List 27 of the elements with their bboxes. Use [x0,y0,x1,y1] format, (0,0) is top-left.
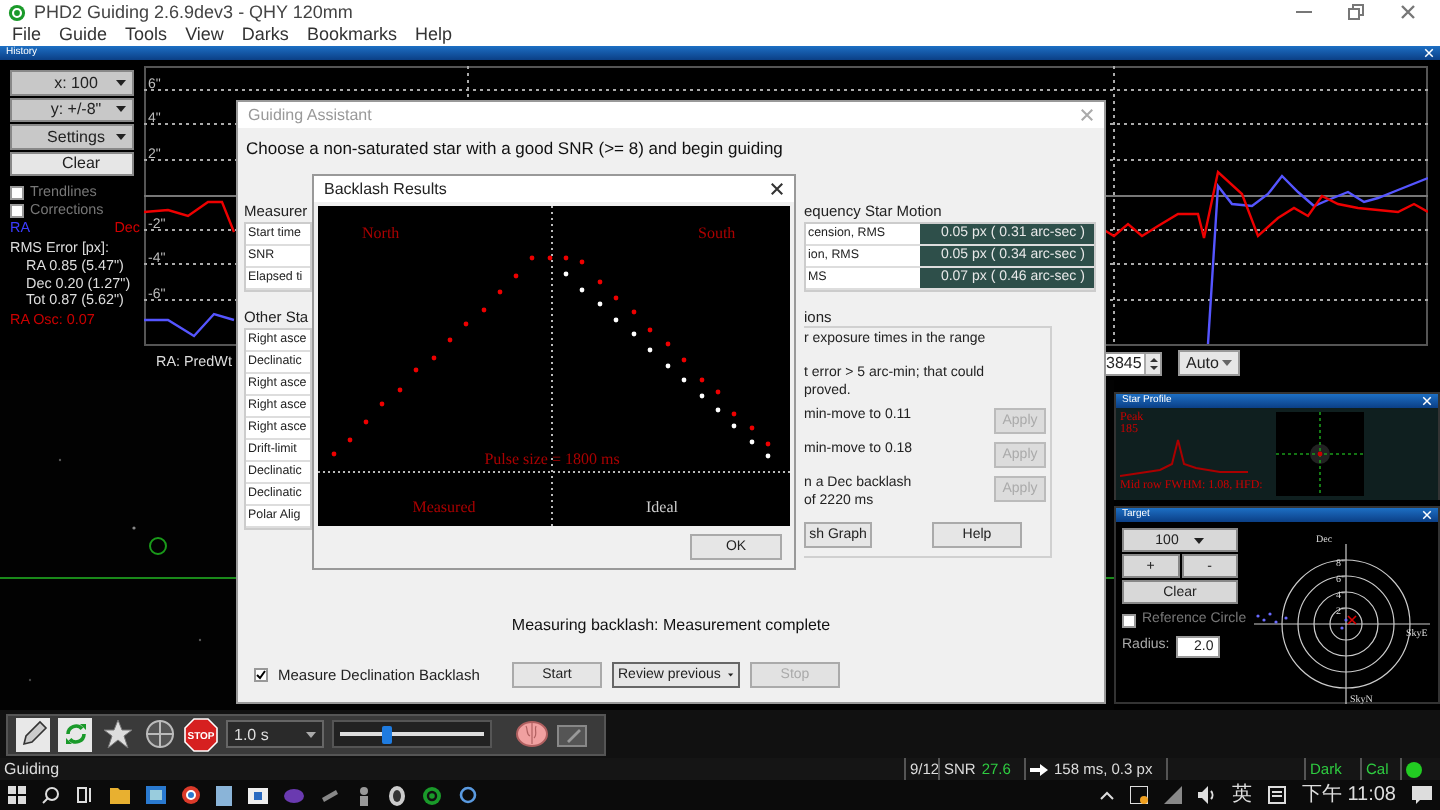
direction-label: North [362,224,400,242]
direction-label: South [698,224,736,242]
dropdown[interactable]: Settings [10,124,134,149]
status-text: Measuring backlash: Measurement complete [509,613,833,638]
status-text: Guiding [2,760,60,778]
scale-dropdown[interactable]: Auto [1178,350,1240,376]
input-method-indicator[interactable]: 英 [1231,780,1252,810]
instruction-text: Choose a non-saturated star with a good SNR (>= 8) and begin guiding [244,136,785,162]
dialog-title: Guiding Assistant [248,106,372,124]
dropdown[interactable]: y: +/-8" [10,97,134,122]
menu-item[interactable]: Guide [59,24,108,46]
menu-item[interactable]: File [12,24,42,46]
spin-field[interactable]: 3845 [1102,351,1162,375]
legend-label: Ideal [646,498,678,516]
menu-item[interactable]: Darks [241,24,289,46]
dialog-title: Backlash Results [324,180,447,198]
pulse-size-label: Pulse size = 1800 ms [484,450,620,468]
clear-button[interactable]: Clear [10,151,134,176]
window-title: PHD2 Guiding 2.6.9dev3 - QHY 120mm [34,2,353,22]
menu-item[interactable]: Tools [125,24,168,46]
clock[interactable]: 下午 11:08 [1301,780,1396,810]
exposure-dropdown[interactable]: 1.0 s [226,720,324,748]
menu-item[interactable]: View [185,24,224,46]
menu-item[interactable]: Bookmarks [306,24,397,46]
legend-label: Measured [412,498,476,516]
menu-item[interactable]: Help [414,24,452,46]
dropdown[interactable]: x: 100 [10,70,134,95]
